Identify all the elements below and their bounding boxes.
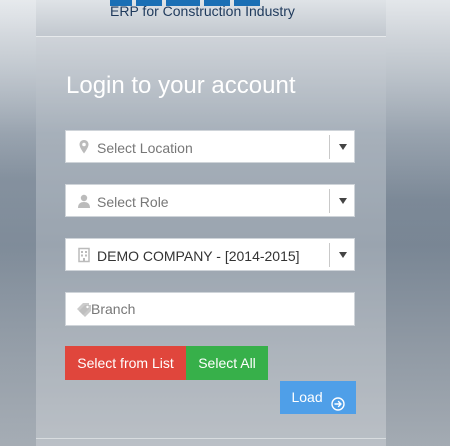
arrow-circle-right-icon [330, 390, 345, 411]
role-select[interactable]: Select Role [65, 184, 355, 217]
user-icon [76, 193, 92, 209]
login-title: Login to your account [66, 72, 296, 99]
background-right [386, 0, 450, 446]
select-from-list-button[interactable]: Select from List [65, 346, 186, 380]
load-button-label: Load [291, 389, 323, 405]
building-icon [76, 247, 92, 263]
select-divider [329, 243, 330, 267]
tags-icon [76, 302, 92, 318]
load-button[interactable]: Load [280, 381, 356, 414]
location-select[interactable]: Select Location [65, 130, 355, 163]
location-select-label: Select Location [97, 140, 193, 156]
company-select-value: DEMO COMPANY - [2014-2015] [97, 248, 300, 264]
background-left [0, 0, 36, 446]
chevron-down-icon[interactable] [339, 252, 347, 258]
branch-input[interactable] [91, 299, 346, 319]
select-divider [329, 189, 330, 213]
logo-tagline: ERP for Construction Industry [110, 3, 295, 19]
company-select[interactable]: DEMO COMPANY - [2014-2015] [65, 238, 355, 271]
chevron-down-icon[interactable] [339, 198, 347, 204]
role-select-label: Select Role [97, 194, 169, 210]
chevron-down-icon[interactable] [339, 144, 347, 150]
panel-divider [36, 438, 386, 439]
select-all-button[interactable]: Select All [186, 346, 268, 380]
map-marker-icon [76, 139, 92, 155]
branch-field[interactable] [65, 292, 355, 326]
select-divider [329, 135, 330, 159]
